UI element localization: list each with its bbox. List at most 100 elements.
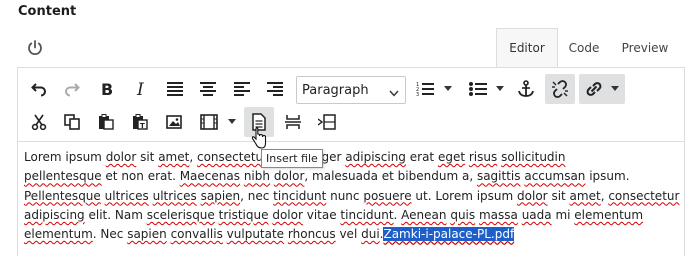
text-run: ipsum. [585,169,630,184]
text-run: ut. Lorem ipsum [411,188,518,203]
link-caret-icon [611,86,619,92]
media-caret-icon[interactable] [226,110,238,134]
svg-text:T: T [140,122,145,130]
misspelled-word: tincidunt [340,207,394,222]
misspelled-word: ultrices [152,188,197,203]
ordered-list-caret-icon[interactable] [442,77,454,101]
mouse-cursor-icon [248,126,270,150]
misspelled-word: consectetur [196,150,269,164]
unlink-icon[interactable] [545,74,575,104]
misspelled-word: tincidunt [273,188,327,203]
text-run: vitae [302,207,341,222]
redo-icon[interactable] [60,77,84,101]
text-run: elit. Nam [84,207,147,222]
text-run: vel [335,227,362,242]
misspelled-word: rhoncus [287,227,336,242]
tab-editor[interactable]: Editor [496,28,558,68]
text-run: sit [136,150,159,164]
editor-content[interactable]: Lorem ipsum dolor sit amet, consectetur … [24,148,680,244]
link-button[interactable] [579,74,625,104]
ordered-list-icon[interactable]: 123 [413,77,437,101]
paragraph-line: Lorem ipsum dolor sit amet, consectetur … [24,148,680,167]
text-run: mi [551,207,575,222]
misspelled-word: dolor [517,188,548,203]
align-center-icon[interactable] [196,77,220,101]
misspelled-word: consectetur [608,188,680,203]
misspelled-word: Maecenas [179,169,240,184]
section-title: Content [18,4,77,19]
cut-icon[interactable] [27,110,51,134]
misspelled-word: sollicitudin [501,150,566,164]
undo-icon[interactable] [27,77,51,101]
paragraph-line: elementum. Nec sapien convallis vulputat… [24,225,680,244]
misspelled-word: adipiscing [24,207,85,222]
misspelled-word: amet [158,150,190,164]
rich-text-editor: B I Paragraph 123 T Insert file Lorem ip… [17,67,685,256]
paragraph-line: Pellentesque ultrices ultrices sapien, n… [24,187,680,206]
text-run: , malesuada et bibendum a, [304,169,477,184]
misspelled-word: eget [437,150,466,164]
paste-text-icon[interactable]: T [128,110,152,134]
media-icon[interactable] [197,110,221,134]
block-format-select[interactable]: Paragraph [296,76,406,104]
misspelled-word: vulputate [226,227,285,242]
misspelled-word: amet [569,188,601,203]
misspelled-word: dolor [272,207,303,222]
misspelled-word: posuere [363,188,412,203]
misspelled-word: risus [468,150,498,164]
text-run: et non erat. [101,169,180,184]
anchor-icon[interactable] [514,77,538,101]
align-right-icon[interactable] [263,77,287,101]
image-icon[interactable] [162,110,186,134]
paste-icon[interactable] [94,110,118,134]
link-icon [585,80,603,98]
misspelled-word: accumsan [524,169,586,184]
selected-filename-link: Zamki-i-palace-PL.pdf [383,227,515,242]
editor-toolbar: B I Paragraph 123 T [18,68,684,149]
misspelled-word: quis [450,207,476,222]
misspelled-word: dolor [273,169,305,184]
misspelled-word: scelerisque [146,207,215,222]
misspelled-word: sagittis [476,169,521,184]
tab-preview[interactable]: Preview [610,28,680,68]
copy-icon[interactable] [60,110,84,134]
misspelled-word: convallis [170,227,223,242]
misspelled-word: adipiscing [345,150,406,164]
misspelled-word: elementum [574,207,644,222]
text-run: sit [547,188,570,203]
misspelled-word: tristique [218,207,269,222]
block-format-value: Paragraph [302,82,369,98]
text-run: erat [405,150,438,164]
misspelled-word: sapien [127,227,167,242]
align-justify-icon[interactable] [163,77,187,101]
paragraph-line: pellentesque et non erat. Maecenas nibh … [24,167,680,186]
italic-icon[interactable]: I [130,77,154,101]
misspelled-word: massa [478,207,518,222]
horizontal-rule-icon[interactable] [315,110,339,134]
text-run: . Nec [92,227,128,242]
align-left-icon[interactable] [230,77,254,101]
misspelled-word: Aenean [401,207,447,222]
svg-text:3: 3 [416,92,419,97]
misspelled-word: dolor [105,150,137,164]
bold-icon[interactable]: B [95,77,119,101]
misspelled-word: pellentesque [24,169,102,184]
insert-file-tooltip: Insert file [261,149,323,168]
bullet-list-icon[interactable] [466,77,490,101]
chevron-down-icon [389,87,399,102]
misspelled-word: Pellentesque [24,188,101,203]
misspelled-word: sapien [200,188,241,203]
tab-code[interactable]: Code [558,28,610,68]
power-icon[interactable] [26,39,44,57]
text-run: Lorem ipsum [24,150,106,164]
misspelled-word: dui [361,227,380,242]
paragraph-line: adipiscing elit. Nam scelerisque tristiq… [24,206,680,225]
misspelled-word: ultrices [104,188,149,203]
editor-tabs: Editor Code Preview [496,28,680,68]
svg-text:I: I [136,81,144,97]
page-break-icon[interactable] [281,110,305,134]
svg-text:B: B [101,81,113,97]
misspelled-word: elementum [24,227,93,242]
bullet-list-caret-icon[interactable] [494,77,506,101]
text-run: nunc [326,188,364,203]
